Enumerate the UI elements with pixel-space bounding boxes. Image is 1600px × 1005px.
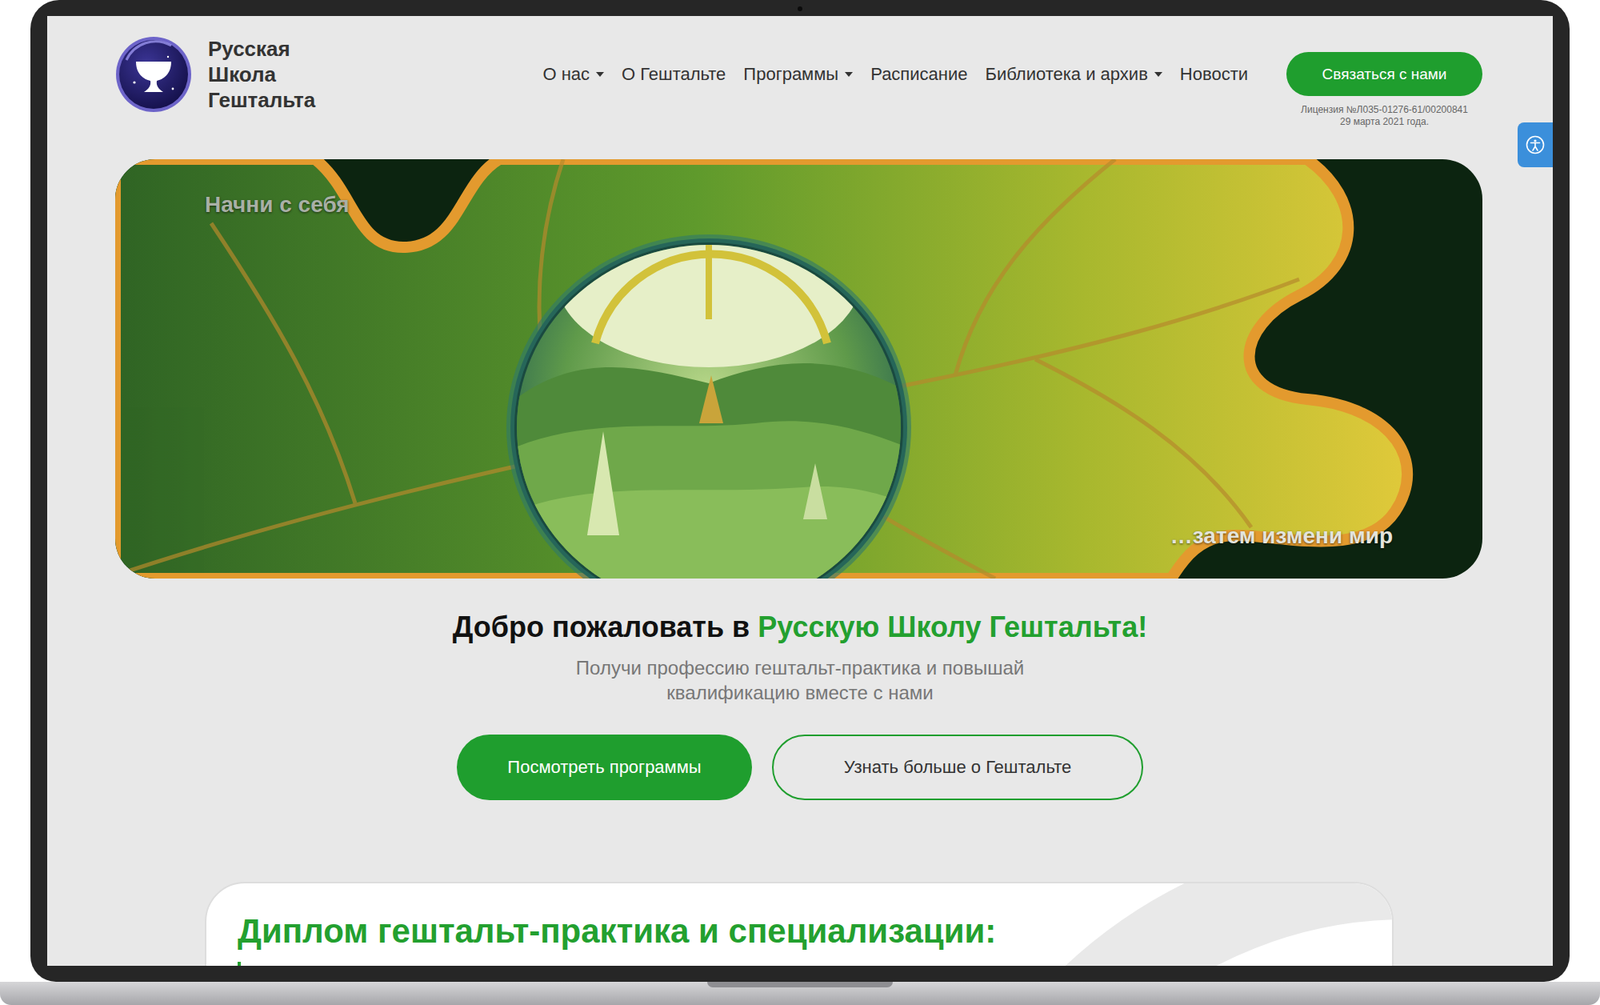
- welcome-subtitle: Получи профессию гештальт-практика и пов…: [576, 655, 1024, 705]
- laptop-base: [0, 981, 1600, 1005]
- subtitle-line: квалификацию вместе с нами: [666, 680, 933, 705]
- diploma-list: — гештальт-практик (1450 часов): [237, 961, 1361, 966]
- title-text: Добро пожаловать в: [452, 610, 751, 644]
- leaf-drop-illustration-icon: [115, 159, 1483, 579]
- diploma-title: Диплом гештальт-практика и специализации…: [237, 910, 1361, 952]
- camera-icon: [797, 6, 803, 12]
- main-nav: О нас О Гештальте Программы Расписание Библи…: [542, 62, 1248, 87]
- nav-item[interactable]: Программы: [743, 62, 853, 87]
- nav-item[interactable]: Библиотека и архив: [984, 62, 1162, 87]
- nav-label: Расписание: [870, 62, 968, 87]
- hero-caption-top: Начни с себя: [204, 191, 350, 219]
- hero-caption-bottom: …затем измени мир: [1170, 522, 1393, 550]
- site-header: РусскаяШколаГештальта О нас О Гештальте Про…: [47, 16, 1553, 128]
- nav-label: Новости: [1180, 62, 1248, 87]
- accessibility-button[interactable]: [1517, 122, 1553, 168]
- nav-item[interactable]: О Гештальте: [621, 62, 726, 87]
- brand-line: Школа: [208, 61, 316, 88]
- accessibility-icon: [1525, 135, 1545, 155]
- school-logo-icon: [115, 36, 192, 113]
- nav-label: О нас: [542, 62, 590, 87]
- diploma-card: Диплом гештальт-практика и специализации…: [204, 881, 1394, 966]
- dropdown-caret-icon: [844, 72, 853, 77]
- diploma-item: — гештальт-практик (1450 часов): [237, 961, 1361, 966]
- brand-logo[interactable]: РусскаяШколаГештальта: [115, 36, 316, 113]
- contact-button[interactable]: Связаться с нами: [1286, 52, 1483, 96]
- brand-line: Гештальта: [208, 87, 316, 113]
- dropdown-caret-icon: [596, 72, 604, 77]
- laptop-notch: [707, 981, 893, 988]
- laptop-bezel: РусскаяШколаГештальта О нас О Гештальте Про…: [30, 0, 1570, 982]
- title-highlight: Русскую Школу Гештальта!: [757, 610, 1148, 644]
- brand-line: Русская: [208, 36, 316, 62]
- nav-label: Программы: [743, 62, 839, 87]
- license-line: 29 марта 2021 года.: [1340, 116, 1429, 128]
- action-button[interactable]: Узнать больше о Гештальте: [772, 734, 1144, 800]
- hero-banner: Начни с себя …затем измени мир: [115, 159, 1483, 579]
- nav-item[interactable]: Новости: [1180, 62, 1248, 87]
- welcome-section: Добро пожаловать вРусскую Школу Гештальт…: [47, 609, 1553, 800]
- nav-item[interactable]: О нас: [542, 62, 604, 87]
- nav-label: О Гештальте: [621, 62, 726, 87]
- dropdown-caret-icon: [1154, 72, 1163, 77]
- contact-column: Связаться с нами Лицензия №Л035-01276-61/…: [1286, 52, 1483, 128]
- license-line: Лицензия №Л035-01276-61/00200841: [1300, 104, 1468, 116]
- nav-item[interactable]: Расписание: [870, 62, 968, 87]
- subtitle-line: Получи профессию гештальт-практика и пов…: [576, 655, 1024, 680]
- brand-name: РусскаяШколаГештальта: [208, 36, 316, 113]
- action-button[interactable]: Посмотреть программы: [456, 734, 752, 800]
- welcome-title: Добро пожаловать вРусскую Школу Гештальт…: [452, 609, 1148, 645]
- nav-label: Библиотека и архив: [984, 62, 1148, 87]
- welcome-actions: Посмотреть программы Узнать больше о Гешт…: [456, 734, 1144, 800]
- license-note: Лицензия №Л035-01276-61/0020084129 марта…: [1300, 104, 1468, 128]
- website-screen: РусскаяШколаГештальта О нас О Гештальте Про…: [47, 16, 1553, 966]
- laptop-mockup: РусскаяШколаГештальта О нас О Гештальте Про…: [0, 0, 1600, 1005]
